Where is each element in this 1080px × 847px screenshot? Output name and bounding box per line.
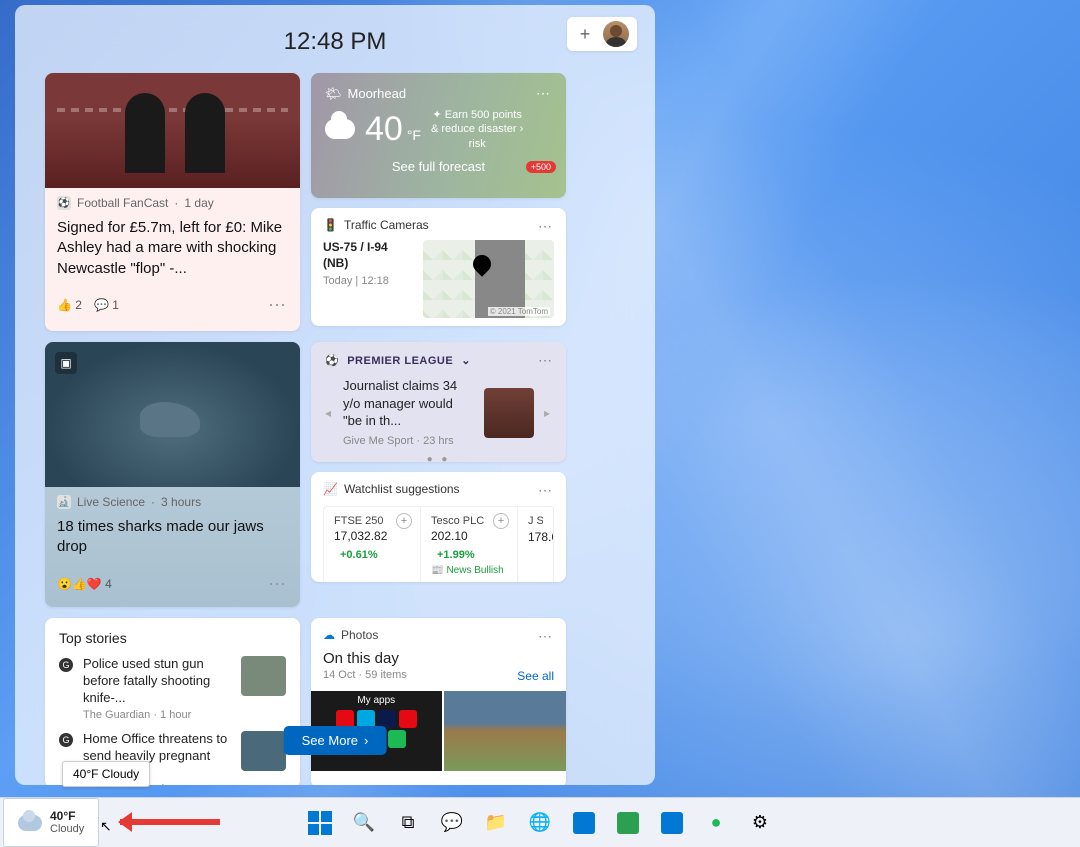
app-button[interactable] xyxy=(659,810,685,836)
traffic-widget[interactable]: ⋯ 🚦 Traffic Cameras US-75 / I-94 (NB) Tod… xyxy=(311,208,566,326)
more-icon[interactable]: ⋯ xyxy=(536,85,552,102)
more-icon[interactable]: ⋯ xyxy=(538,352,554,369)
traffic-road: US-75 / I-94 (NB) xyxy=(323,240,413,271)
chevron-right-icon: › xyxy=(364,733,368,748)
weather-location: Moorhead xyxy=(348,86,407,101)
edge-button[interactable]: 🌐 xyxy=(527,810,553,836)
widgets-panel: 12:48 PM + ⚽ Football FanCast · 1 day Si… xyxy=(15,5,655,785)
news-image xyxy=(45,73,300,188)
story-thumbnail xyxy=(241,731,286,771)
news-card-shark[interactable]: ▣ 🔬 Live Science · 3 hours 18 times shar… xyxy=(45,342,300,607)
comment-button[interactable]: 💬 1 xyxy=(94,298,119,312)
add-stock-button[interactable]: + xyxy=(396,513,412,529)
premier-headline: Journalist claims 34 y/o manager would "… xyxy=(343,377,474,430)
news-card-football[interactable]: ⚽ Football FanCast · 1 day Signed for £5… xyxy=(45,73,300,331)
stock-item[interactable]: Tesco PLC + 202.10 +1.99% 📰 News Bullish xyxy=(421,507,518,582)
news-source: Live Science xyxy=(77,495,145,509)
stock-item[interactable]: FTSE 250 + 17,032.82 +0.61% xyxy=(324,507,421,582)
app-button[interactable] xyxy=(571,810,597,836)
points-badge: +500 xyxy=(526,161,556,173)
photos-label: Photos xyxy=(341,628,378,642)
chevron-down-icon[interactable]: ⌄ xyxy=(461,354,471,367)
chat-button[interactable]: 💬 xyxy=(439,810,465,836)
prev-button[interactable]: ◂ xyxy=(325,406,333,420)
weather-promo[interactable]: ✦ Earn 500 points & reduce disaster › ri… xyxy=(431,108,523,151)
news-age: 3 hours xyxy=(161,495,201,509)
source-icon: ⚽ xyxy=(57,196,71,210)
panel-header: 12:48 PM + xyxy=(45,17,625,67)
news-title: Signed for £5.7m, left for £0: Mike Ashl… xyxy=(45,214,300,287)
more-icon[interactable]: ⋯ xyxy=(538,218,554,235)
spotify-button[interactable]: ● xyxy=(703,810,729,836)
see-more-button[interactable]: See More› xyxy=(284,726,387,755)
settings-button[interactable]: ⚙ xyxy=(747,810,773,836)
weather-tooltip: 40°F Cloudy xyxy=(62,761,150,787)
app-button[interactable] xyxy=(615,810,641,836)
file-explorer-button[interactable]: 📁 xyxy=(483,810,509,836)
more-icon[interactable]: ⋯ xyxy=(268,295,288,316)
add-stock-button[interactable]: + xyxy=(493,513,509,529)
search-button[interactable]: 🔍 xyxy=(351,810,377,836)
watchlist-widget[interactable]: ⋯ 📈 Watchlist suggestions FTSE 250 + 17,0… xyxy=(311,472,566,582)
next-button[interactable]: ▸ xyxy=(544,406,552,420)
photo-tile[interactable] xyxy=(444,691,567,771)
reactions[interactable]: 😮👍❤️ 4 xyxy=(57,577,112,591)
watchlist-title: Watchlist suggestions xyxy=(344,482,460,496)
onedrive-icon: ☁ xyxy=(323,628,335,642)
user-avatar[interactable] xyxy=(603,21,629,47)
panel-time: 12:48 PM xyxy=(284,28,387,56)
weather-widget[interactable]: 🌤Moorhead ⋯ 40°F ✦ Earn 500 points & red… xyxy=(311,73,566,198)
traffic-time: Today | 12:18 xyxy=(323,275,413,287)
gallery-icon: ▣ xyxy=(55,352,77,374)
stocks-icon: 📈 xyxy=(323,482,338,496)
news-image: ▣ xyxy=(45,342,300,487)
story-item[interactable]: G Police used stun gun before fatally sh… xyxy=(59,656,286,721)
traffic-light-icon: 🚦 xyxy=(323,218,338,232)
start-button[interactable] xyxy=(307,810,333,836)
premier-thumbnail xyxy=(484,388,534,438)
weather-temp: 40 xyxy=(365,110,403,149)
news-bullish-label: 📰 News Bullish xyxy=(431,565,507,576)
top-stories-title: Top stories xyxy=(59,630,286,646)
photos-title: On this day xyxy=(323,650,554,667)
stock-item[interactable]: J Sain 178.69 xyxy=(518,507,553,582)
source-icon: G xyxy=(59,658,73,672)
premier-label: PREMIER LEAGUE xyxy=(347,355,453,367)
source-icon: 🔬 xyxy=(57,495,71,509)
premier-league-widget[interactable]: ⋯ ⚽ PREMIER LEAGUE ⌄ ◂ Journalist claims… xyxy=(311,342,566,462)
add-widget-button[interactable]: + xyxy=(575,24,595,44)
like-button[interactable]: 👍 2 xyxy=(57,298,82,312)
more-icon[interactable]: ⋯ xyxy=(538,482,554,499)
taskbar-temp: 40°F xyxy=(50,810,84,823)
sun-icon: 🌤 xyxy=(325,86,342,102)
cloud-icon xyxy=(325,119,355,139)
traffic-title: Traffic Cameras xyxy=(344,218,429,232)
traffic-map[interactable]: © 2021 TomTom xyxy=(423,240,554,318)
map-pin-icon xyxy=(469,251,494,276)
news-title: 18 times sharks made our jaws drop xyxy=(45,513,300,566)
more-icon[interactable]: ⋯ xyxy=(268,574,288,595)
more-icon[interactable]: ⋯ xyxy=(538,628,554,645)
cloud-icon xyxy=(18,815,42,831)
source-icon: G xyxy=(59,733,73,747)
full-forecast-link[interactable]: See full forecast xyxy=(325,159,552,174)
story-thumbnail xyxy=(241,656,286,696)
photos-subtitle: 14 Oct · 59 items xyxy=(323,669,407,683)
map-attribution: © 2021 TomTom xyxy=(488,307,550,316)
photos-widget[interactable]: ⋯ ☁Photos On this day 14 Oct · 59 items … xyxy=(311,618,566,785)
news-source: Football FanCast xyxy=(77,196,168,210)
premier-league-icon: ⚽ xyxy=(325,354,339,367)
see-all-link[interactable]: See all xyxy=(517,669,554,683)
taskbar-condition: Cloudy xyxy=(50,823,84,835)
taskbar: 40°F Cloudy ↖ 🔍 ⧉ 💬 📁 🌐 ● ⚙ xyxy=(0,797,1080,847)
top-stories-widget[interactable]: Top stories G Police used stun gun befor… xyxy=(45,618,300,785)
news-age: 1 day xyxy=(184,196,213,210)
pagination-dots[interactable]: ● ● xyxy=(325,454,552,462)
taskbar-weather-widget[interactable]: 40°F Cloudy xyxy=(3,798,99,847)
annotation-arrow xyxy=(120,819,220,825)
task-view-button[interactable]: ⧉ xyxy=(395,810,421,836)
